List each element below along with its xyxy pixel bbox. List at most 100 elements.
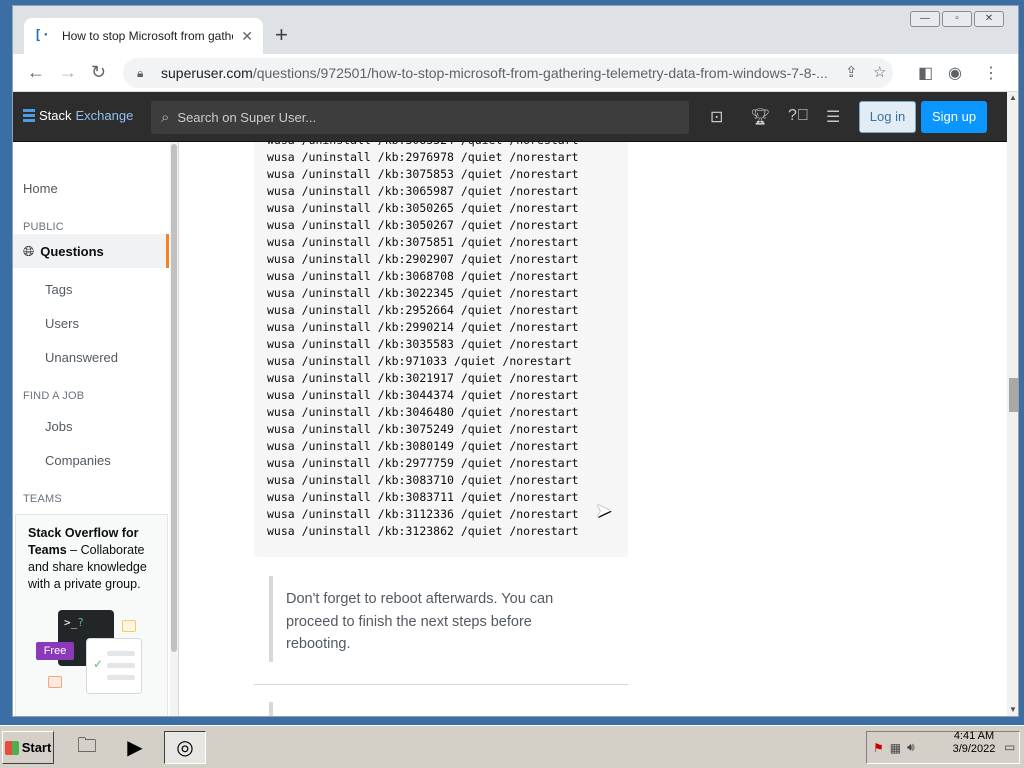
windows-flag-icon xyxy=(4,740,19,755)
clock[interactable]: 4:41 AM 3/9/2022 xyxy=(946,730,1002,756)
forward-icon[interactable]: → xyxy=(59,62,77,82)
code-line: wusa /uninstall /kb:2990214 /quiet /nore… xyxy=(267,320,579,334)
window-controls: — ▫ ✕ xyxy=(910,11,1004,27)
code-line: wusa /uninstall /kb:3035583 /quiet /nore… xyxy=(267,337,579,351)
chat-bubble-icon xyxy=(48,676,62,688)
volume-icon[interactable]: 🔊︎ xyxy=(907,740,915,755)
sidebar-section-find-a-job: FIND A JOB xyxy=(23,390,85,402)
taskbar: Start 🗀 ▶ ◎ ⚑ ▦ 🔊︎ 4:41 AM 3/9/2022 ▭ xyxy=(0,725,1024,768)
code-line: wusa /uninstall /kb:2902907 /quiet /nore… xyxy=(267,252,579,266)
site-switcher-icon[interactable]: ☰ xyxy=(826,107,840,127)
code-line: wusa /uninstall /kb:3065987 /quiet /nore… xyxy=(267,184,579,198)
file-explorer-icon[interactable]: 🗀 xyxy=(66,731,108,764)
code-line: wusa /uninstall /kb:3046480 /quiet /nore… xyxy=(267,405,579,419)
chrome-window: [· How to stop Microsoft from gatherin ✕… xyxy=(12,5,1019,717)
sidebar-item-home[interactable]: Home xyxy=(23,181,58,196)
code-line: wusa /uninstall /kb:3080149 /quiet /nore… xyxy=(267,439,579,453)
search-input[interactable] xyxy=(177,110,658,125)
share-icon[interactable]: ⇪ xyxy=(845,63,858,81)
back-icon[interactable]: ← xyxy=(27,62,45,82)
sidebar-item-jobs[interactable]: Jobs xyxy=(45,419,72,434)
teams-illustration: >_? Free ✓ xyxy=(36,610,146,700)
start-label: Start xyxy=(21,740,52,755)
code-line: wusa /uninstall /kb:3075249 /quiet /nore… xyxy=(267,422,579,436)
inbox-icon[interactable]: ⊡ xyxy=(710,107,723,127)
checkmark-icon: ✓ xyxy=(93,657,104,671)
action-center-flag-icon[interactable]: ⚑ xyxy=(873,741,884,755)
minimize-icon[interactable]: — xyxy=(910,11,940,27)
clock-date: 3/9/2022 xyxy=(952,743,996,755)
profile-avatar-icon[interactable]: ◉ xyxy=(948,63,962,83)
code-line: wusa /uninstall /kb:3021917 /quiet /nore… xyxy=(267,371,579,385)
sidebar-item-companies[interactable]: Companies xyxy=(45,453,111,468)
page-scrollbar-thumb[interactable] xyxy=(1009,378,1018,412)
achievements-trophy-icon[interactable]: 🏆︎ xyxy=(750,107,770,127)
code-block: wusa /uninstall /kb:3083324 /quiet /nore… xyxy=(254,142,628,557)
scroll-up-icon[interactable]: ▲ xyxy=(1009,93,1017,102)
show-desktop-icon[interactable]: ▭ xyxy=(1004,740,1015,754)
tab-close-icon[interactable]: ✕ xyxy=(241,28,253,45)
code-line: wusa /uninstall /kb:3050265 /quiet /nore… xyxy=(267,201,579,215)
signup-button[interactable]: Sign up xyxy=(921,101,987,133)
media-player-icon[interactable]: ▶ xyxy=(114,731,156,764)
clock-time: 4:41 AM xyxy=(953,730,995,742)
code-line: wusa /uninstall /kb:3083710 /quiet /nore… xyxy=(267,473,579,487)
help-icon[interactable]: ?⃝ xyxy=(788,107,809,125)
sidebar-item-questions-label: Questions xyxy=(40,243,104,259)
lock-icon: 🔒︎ xyxy=(137,65,144,80)
logo-stack-text: Stack xyxy=(39,108,72,123)
scroll-down-icon[interactable]: ▼ xyxy=(1009,705,1017,714)
free-badge: Free xyxy=(36,642,74,660)
chrome-taskbar-icon[interactable]: ◎ xyxy=(164,731,206,764)
address-bar[interactable]: 🔒︎ superuser.com/questions/972501/how-to… xyxy=(123,58,893,88)
code-line: wusa /uninstall /kb:3068708 /quiet /nore… xyxy=(267,269,579,283)
code-line: wusa /uninstall /kb:3083711 /quiet /nore… xyxy=(267,490,579,504)
code-lines: wusa /uninstall /kb:3083324 /quiet /nore… xyxy=(267,142,579,540)
teams-promo: Stack Overflow for Teams – Collaborate a… xyxy=(15,514,168,716)
teams-promo-text: Stack Overflow for Teams – Collaborate a… xyxy=(28,525,155,593)
code-line: wusa /uninstall /kb:3075851 /quiet /nore… xyxy=(267,235,579,249)
bookmark-star-icon[interactable]: ☆ xyxy=(873,63,886,81)
sidebar-section-teams: TEAMS xyxy=(23,493,62,505)
stackexchange-logo-icon xyxy=(23,109,35,122)
sidebar-scrollbar[interactable] xyxy=(170,142,178,716)
sidebar-item-questions[interactable]: 🌐︎ Questions xyxy=(13,234,169,268)
chat-bubble-icon xyxy=(122,620,136,632)
code-line: wusa /uninstall /kb:3044374 /quiet /nore… xyxy=(267,388,579,402)
login-button[interactable]: Log in xyxy=(859,101,916,133)
page-scrollbar[interactable]: ▲ ▼ xyxy=(1007,92,1018,716)
code-line: wusa /uninstall /kb:2976978 /quiet /nore… xyxy=(267,150,579,164)
sidebar-item-unanswered[interactable]: Unanswered xyxy=(45,350,118,365)
maximize-icon[interactable]: ▫ xyxy=(942,11,972,27)
browser-tab[interactable]: [· How to stop Microsoft from gatherin ✕ xyxy=(24,18,263,54)
blockquote: Don't forget to reboot afterwards. You c… xyxy=(269,576,589,662)
code-line: wusa /uninstall /kb:3112336 /quiet /nore… xyxy=(267,507,579,521)
chrome-menu-icon[interactable]: ⋮ xyxy=(983,63,999,83)
code-line: wusa /uninstall /kb:3050267 /quiet /nore… xyxy=(267,218,579,232)
search-icon: ⌕ xyxy=(161,109,170,126)
superuser-favicon-icon: [· xyxy=(34,28,50,43)
new-tab-icon[interactable]: + xyxy=(275,24,288,46)
sidebar-section-public: PUBLIC xyxy=(23,221,64,233)
site-search-box[interactable]: ⌕ xyxy=(151,101,689,134)
network-icon[interactable]: ▦ xyxy=(890,741,901,755)
sidebar-item-users[interactable]: Users xyxy=(45,316,79,331)
close-window-icon[interactable]: ✕ xyxy=(974,11,1004,27)
start-button[interactable]: Start xyxy=(2,731,54,764)
code-line: wusa /uninstall /kb:3123862 /quiet /nore… xyxy=(267,524,579,538)
left-sidebar: Home PUBLIC 🌐︎ Questions Tags Users Unan… xyxy=(13,142,179,716)
reload-icon[interactable]: ↻ xyxy=(91,62,106,82)
code-line: wusa /uninstall /kb:2952664 /quiet /nore… xyxy=(267,303,579,317)
sidebar-item-tags[interactable]: Tags xyxy=(45,282,72,297)
page-content: StackExchange ⌕ ⊡ 🏆︎ ?⃝ ☰ Log in Sign up… xyxy=(13,92,1007,716)
browser-toolbar: ← → ↻ 🔒︎ superuser.com/questions/972501/… xyxy=(13,54,1018,92)
url-text: superuser.com/questions/972501/how-to-st… xyxy=(161,65,828,81)
side-panel-icon[interactable]: ◧ xyxy=(918,63,933,83)
code-line: wusa /uninstall /kb:3022345 /quiet /nore… xyxy=(267,286,579,300)
tab-title: How to stop Microsoft from gatherin xyxy=(61,29,234,43)
tab-strip: [· How to stop Microsoft from gatherin ✕… xyxy=(13,6,1018,54)
stackexchange-logo[interactable]: Stack Exchange xyxy=(23,108,133,123)
answer-divider xyxy=(254,684,628,685)
code-line: wusa /uninstall /kb:971033 /quiet /nores… xyxy=(267,354,572,368)
checklist-illustration: ✓ xyxy=(86,638,142,694)
